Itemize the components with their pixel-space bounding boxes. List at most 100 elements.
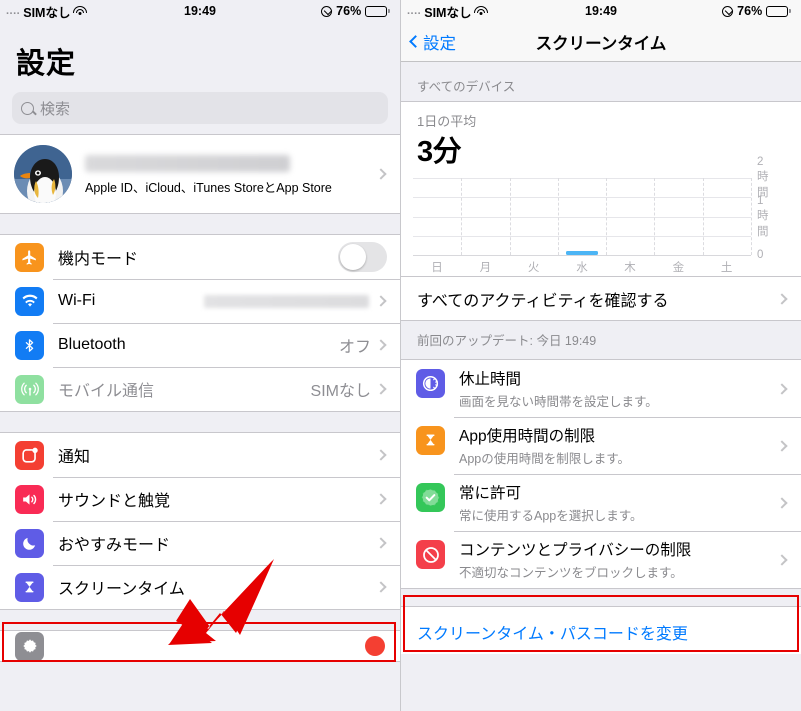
sidebar-item-label: Wi-Fi — [58, 292, 96, 309]
general-group-partial — [0, 630, 400, 662]
change-passcode-link[interactable]: スクリーンタイム・パスコードを変更 — [401, 606, 801, 654]
restrictions-block-icon — [416, 540, 445, 569]
chevron-right-icon — [375, 339, 387, 351]
wifi-icon — [15, 286, 44, 316]
y-tick-label: 0 — [757, 249, 764, 261]
search-placeholder: 検索 — [40, 100, 71, 118]
search-icon — [21, 101, 34, 115]
list-item-subtitle: 不適切なコンテンツをブロックします。 — [459, 566, 683, 580]
x-tick-label: 日 — [431, 262, 443, 274]
back-label: 設定 — [423, 34, 456, 53]
sidebar-item-screen-time[interactable]: スクリーンタイム — [0, 565, 400, 609]
sidebar-item-general[interactable] — [0, 631, 400, 661]
y-tick-label: 1時間 — [757, 194, 769, 238]
right-phone-screen: .... SIMなし 19:49 76% 設定 スクリーンタイム すべてのデバイ… — [400, 0, 801, 711]
cellular-value: SIMなし — [310, 383, 371, 400]
bluetooth-value: オフ — [338, 339, 371, 356]
list-item-downtime[interactable]: 休止時間 画面を見ない時間帯を設定します。 — [401, 360, 801, 417]
day-divider — [654, 178, 656, 255]
chart-bar-wednesday — [565, 251, 598, 255]
x-tick-label: 土 — [720, 262, 733, 274]
back-button[interactable]: 設定 — [401, 30, 456, 54]
section-gap — [0, 214, 400, 234]
list-item-content-privacy-restrictions[interactable]: コンテンツとプライバシーの制限 不適切なコンテンツをブロックします。 — [401, 531, 801, 588]
sidebar-item-do-not-disturb[interactable]: おやすみモード — [0, 521, 400, 565]
general-gear-icon — [15, 631, 44, 661]
day-divider — [702, 178, 704, 255]
chevron-right-icon — [776, 553, 788, 566]
list-item-title: 休止時間 — [459, 371, 522, 388]
sidebar-item-label: 機内モード — [58, 251, 139, 268]
chevron-right-icon — [375, 537, 387, 549]
list-item-text: 休止時間 画面を見ない時間帯を設定します。 — [459, 367, 778, 410]
notifications-icon — [15, 440, 44, 470]
nav-title: スクリーンタイム — [535, 34, 667, 53]
day-divider — [461, 178, 463, 255]
sidebar-item-bluetooth[interactable]: Bluetooth オフ — [0, 323, 400, 367]
sidebar-item-label: 通知 — [58, 449, 91, 466]
chevron-left-icon — [409, 35, 422, 48]
battery-icon — [766, 5, 791, 17]
list-item-text: コンテンツとプライバシーの制限 不適切なコンテンツをブロックします。 — [459, 538, 778, 581]
x-tick-label: 火 — [527, 262, 540, 274]
search-input[interactable]: 検索 — [12, 92, 388, 124]
screen-time-chart-card[interactable]: 1日の平均 3分 2時間 1時間 0 日 月 火 水 木 金 土 すべてのアクテ… — [401, 101, 801, 321]
account-text: Apple ID、iCloud、iTunes StoreとApp Store — [85, 153, 377, 196]
sidebar-item-label: スクリーンタイム — [58, 581, 185, 598]
navigation-bar: 設定 スクリーンタイム — [401, 22, 801, 62]
battery-percent-label: 76% — [737, 4, 763, 18]
search-container: 検索 — [0, 92, 400, 134]
all-activity-label: すべてのアクティビティを確認する — [417, 292, 669, 310]
always-allowed-check-icon — [416, 483, 445, 512]
x-tick-label: 月 — [479, 262, 492, 274]
bluetooth-icon — [15, 330, 44, 360]
list-item-title: App使用時間の制限 — [459, 428, 596, 445]
sidebar-item-sounds[interactable]: サウンドと触覚 — [0, 477, 400, 521]
screen-time-icon — [15, 572, 44, 602]
list-item-always-allowed[interactable]: 常に許可 常に使用するAppを選択します。 — [401, 474, 801, 531]
list-item-title: コンテンツとプライバシーの制限 — [459, 542, 692, 559]
downtime-moon-icon — [416, 369, 445, 398]
list-item-text: App使用時間の制限 Appの使用時間を制限します。 — [459, 424, 778, 467]
account-subtitle: Apple ID、iCloud、iTunes StoreとApp Store — [85, 180, 332, 195]
apple-id-row[interactable]: Apple ID、iCloud、iTunes StoreとApp Store — [0, 135, 400, 213]
list-item-subtitle: Appの使用時間を制限します。 — [459, 452, 630, 466]
airplane-mode-toggle[interactable] — [338, 242, 387, 272]
status-bar-right-group: 76% — [722, 4, 791, 18]
usage-bar-chart[interactable]: 2時間 1時間 0 日 月 火 水 木 金 土 — [401, 156, 801, 276]
chevron-right-icon — [375, 168, 387, 180]
sidebar-item-label: サウンドと触覚 — [58, 493, 171, 510]
left-phone-screen: .... SIMなし 19:49 76% 設定 検索 Apple ID、iClo… — [0, 0, 400, 711]
chevron-right-icon — [776, 496, 788, 509]
list-item-text: 常に許可 常に使用するAppを選択します。 — [459, 481, 778, 524]
badge — [365, 636, 385, 656]
screen-time-settings-group: 休止時間 画面を見ない時間帯を設定します。 App使用時間の制限 Appの使用時… — [401, 359, 801, 589]
gridline — [413, 178, 751, 179]
list-item-app-limits[interactable]: App使用時間の制限 Appの使用時間を制限します。 — [401, 417, 801, 474]
dual-screenshot-container: .... SIMなし 19:49 76% 設定 検索 Apple ID、iClo… — [0, 0, 801, 711]
sidebar-item-wifi[interactable]: Wi-Fi — [0, 279, 400, 323]
chart-plot-area: 2時間 1時間 0 — [413, 156, 769, 261]
cellular-icon — [15, 374, 44, 404]
x-tick-label: 木 — [624, 262, 636, 274]
sidebar-item-airplane-mode[interactable]: 機内モード — [0, 235, 400, 279]
sidebar-item-notifications[interactable]: 通知 — [0, 433, 400, 477]
do-not-disturb-icon — [15, 528, 44, 558]
status-bar-right: .... SIMなし 19:49 76% — [401, 0, 801, 22]
chevron-right-icon — [776, 382, 788, 395]
status-bar-right-group: 76% — [321, 4, 390, 18]
y-tick-label: 2時間 — [757, 156, 769, 199]
airplane-icon — [15, 242, 44, 272]
sidebar-item-label: モバイル通信 — [58, 383, 155, 400]
sidebar-item-cellular[interactable]: モバイル通信 SIMなし — [0, 367, 400, 411]
battery-icon — [365, 5, 390, 17]
gridline — [413, 235, 751, 237]
account-group: Apple ID、iCloud、iTunes StoreとApp Store — [0, 134, 400, 214]
notifications-group: 通知 サウンドと触覚 おやすみモード スクリーンタイム — [0, 432, 400, 610]
chart-value: 3分 — [417, 136, 462, 168]
x-tick-label: 金 — [672, 262, 685, 274]
chevron-right-icon — [375, 449, 387, 461]
chevron-right-icon — [375, 295, 387, 307]
all-activity-row[interactable]: すべてのアクティビティを確認する — [401, 276, 801, 320]
section-gap — [0, 610, 400, 630]
